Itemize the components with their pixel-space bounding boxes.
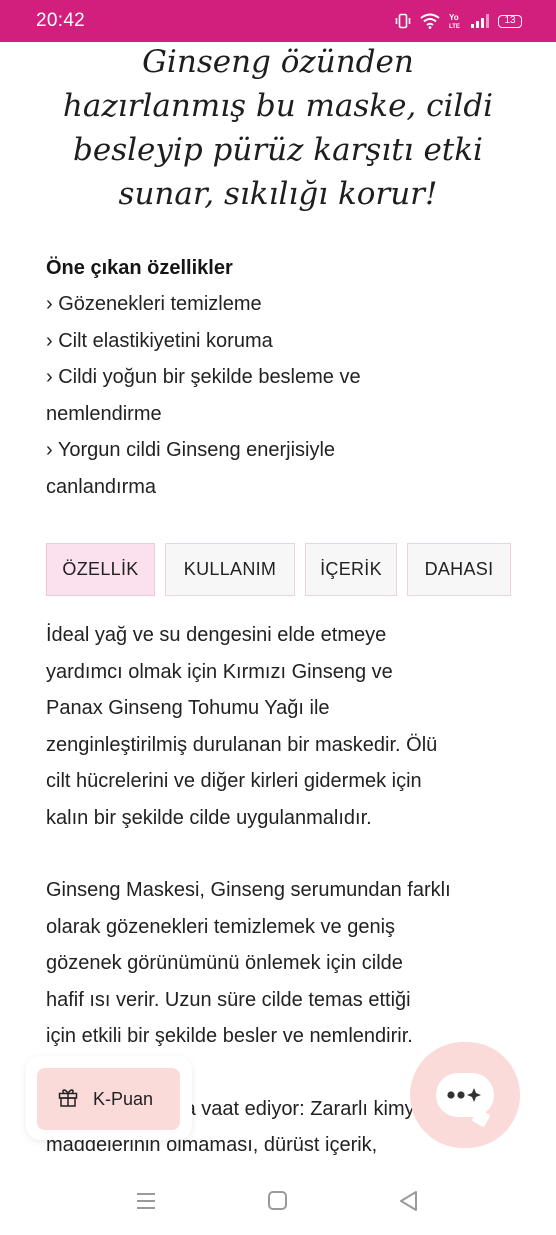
headline: Ginseng özünden hazırlanmış bu maske, ci…	[40, 40, 516, 216]
features-section: Öne çıkan özellikler › Gözenekleri temiz…	[46, 250, 516, 505]
feature-item: › Cildi yoğun bir şekilde besleme ve	[46, 366, 361, 388]
status-bar: 20:42 Yo LTE 13	[0, 0, 556, 42]
paragraph-line: hafif ısı verir. Uzun süre cilde temas e…	[46, 988, 411, 1011]
feature-item: › Cilt elastikiyetini koruma	[46, 329, 273, 352]
paragraph-line: cilt hücrelerini ve diğer kirleri giderm…	[46, 770, 422, 792]
headline-line: Ginseng özünden	[142, 44, 414, 80]
paragraph-line: yardımcı olmak için Kırmızı Ginseng ve	[46, 660, 393, 683]
gift-icon	[57, 1086, 79, 1113]
paragraph: İdeal yağ ve su dengesini elde etmeye ya…	[46, 617, 526, 836]
tab-ozellik[interactable]: ÖZELLİK	[46, 543, 155, 596]
headline-line: hazırlanmış bu maske, cildi	[62, 88, 494, 124]
paragraph-line: Ginseng Maskesi, Ginseng serumundan fark…	[46, 879, 451, 901]
page: 20:42 Yo LTE 13 Ginseng özünden hazırlan…	[0, 0, 556, 1235]
chat-button[interactable]	[410, 1042, 520, 1148]
headline-line: sunar, sıkılığı korur!	[118, 176, 438, 212]
home-icon[interactable]	[267, 1191, 289, 1216]
tab-dahasi[interactable]: DAHASI	[407, 543, 511, 596]
back-icon[interactable]	[398, 1191, 420, 1216]
chat-icon	[436, 1073, 494, 1117]
paragraph-line: kalın bir şekilde cilde uygulanmalıdır.	[46, 806, 372, 829]
battery-icon: 13	[498, 14, 522, 28]
paragraph-line: gözenek görünümünü önlemek için cilde	[46, 952, 403, 974]
paragraph-line: Panax Ginseng Tohumu Yağı ile	[46, 697, 330, 719]
kpuan-container: K-Puan	[26, 1056, 192, 1140]
paragraph-line: olarak gözenekleri temizlemek ve geniş	[46, 915, 396, 938]
feature-item: canlandırma	[46, 475, 157, 498]
status-time: 20:42	[36, 10, 86, 31]
paragraph-line: zenginleştirilmiş durulanan bir maskedir…	[46, 733, 438, 756]
kpuan-label: K-Puan	[93, 1088, 154, 1109]
feature-item: nemlendirme	[46, 402, 162, 425]
feature-item: › Yorgun cildi Ginseng enerjisiyle	[46, 439, 336, 461]
volte-icon: Yo LTE	[448, 12, 462, 30]
paragraph: Ginseng Maskesi, Ginseng serumundan fark…	[46, 872, 526, 1055]
tab-icerik[interactable]: İÇERİK	[305, 543, 397, 596]
features-title: Öne çıkan özellikler	[46, 257, 233, 279]
product-tabs: ÖZELLİK KULLANIM İÇERİK DAHASI	[46, 543, 511, 596]
system-nav-bar	[0, 1167, 556, 1235]
status-icons: Yo LTE 13	[394, 12, 522, 30]
svg-text:LTE: LTE	[449, 24, 460, 30]
signal-icon	[470, 13, 490, 29]
kpuan-button[interactable]: K-Puan	[37, 1068, 180, 1130]
vibrate-icon	[394, 12, 412, 30]
headline-line: besleyip pürüz karşıtı etki	[73, 132, 483, 168]
feature-item: › Gözenekleri temizleme	[46, 293, 262, 315]
recent-apps-icon[interactable]	[135, 1191, 157, 1216]
tab-kullanim[interactable]: KULLANIM	[165, 543, 295, 596]
wifi-icon	[420, 13, 440, 29]
svg-text:Yo: Yo	[449, 13, 459, 22]
paragraph-line: İdeal yağ ve su dengesini elde etmeye	[46, 624, 387, 646]
